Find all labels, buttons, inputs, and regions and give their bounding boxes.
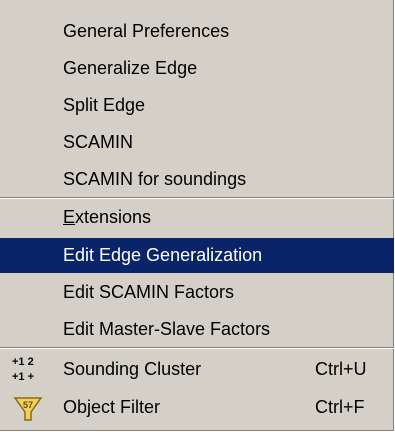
menu-item-split-edge[interactable]: Split Edge (0, 88, 394, 123)
menu-item-label: Split Edge (63, 95, 146, 115)
object-filter-icon: 57 (13, 397, 43, 421)
menu-item-extensions[interactable]: Extensions (0, 200, 394, 235)
mnemonic-letter: E (63, 207, 76, 227)
menu-item-label: General Preferences (63, 21, 230, 41)
menu-item-label: Edit Master-Slave Factors (63, 319, 271, 339)
menu-item-general-preferences[interactable]: General Preferences (0, 14, 394, 49)
menu-separator (0, 347, 394, 349)
menu-item-edit-master-slave-factors[interactable]: Edit Master-Slave Factors (0, 312, 394, 347)
menu-item-label: SCAMIN (63, 132, 134, 152)
menu-separator (0, 197, 394, 199)
menu-item-shortcut: Ctrl+F (315, 397, 365, 417)
menu-item-scamin-for-soundings[interactable]: SCAMIN for soundings (0, 162, 394, 197)
menu-item-label: Edit SCAMIN Factors (63, 282, 235, 302)
context-menu: General Preferences Generalize Edge Spli… (0, 0, 394, 431)
menu-item-label: Extensions (63, 200, 151, 235)
svg-text:+1 2: +1 2 (12, 356, 34, 368)
menu-item-label: Edit Edge Generalization (63, 245, 263, 265)
menu-item-shortcut: Ctrl+U (315, 359, 367, 379)
menu-item-sounding-cluster[interactable]: +1 2 +1 + Sounding Cluster Ctrl+U (0, 352, 394, 387)
menu-item-generalize-edge[interactable]: Generalize Edge (0, 51, 394, 86)
menu-item-label: Object Filter (63, 397, 161, 417)
menu-item-label: Sounding Cluster (63, 359, 202, 379)
menu-item-label-rest: xtensions (75, 207, 152, 227)
menu-item-label: Generalize Edge (63, 58, 198, 78)
sounding-cluster-icon: +1 2 +1 + (12, 356, 34, 383)
svg-text:57: 57 (23, 400, 33, 410)
menu-item-scamin[interactable]: SCAMIN (0, 125, 394, 160)
menu-item-label: SCAMIN for soundings (63, 169, 247, 189)
menu-item-edit-scamin-factors[interactable]: Edit SCAMIN Factors (0, 275, 394, 310)
menu-item-object-filter[interactable]: 57 Object Filter Ctrl+F (0, 390, 394, 425)
svg-text:+1 +: +1 + (12, 371, 34, 383)
menu-item-edit-edge-generalization[interactable]: Edit Edge Generalization (0, 238, 394, 273)
